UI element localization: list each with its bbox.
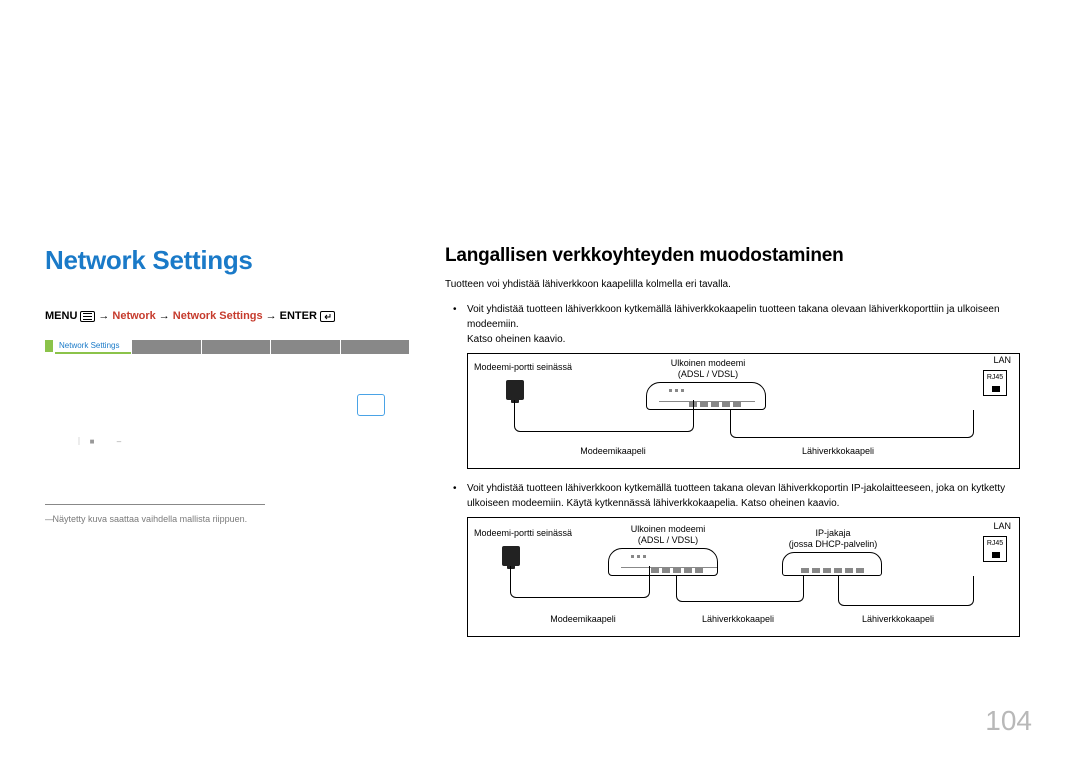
d2-rj45-icon: RJ45	[983, 536, 1007, 562]
d2-wall-label: Modeemi-portti seinässä	[474, 528, 572, 539]
bullet-1-sub: Katso oheinen kaavio.	[467, 332, 1020, 347]
bullet-1-text: Voit yhdistää tuotteen lähiverkkoon kytk…	[467, 304, 1000, 330]
d2-router-label-1: IP-jakaja	[778, 528, 888, 539]
enter-icon	[320, 311, 335, 322]
bullet-item-2: Voit yhdistää tuotteen lähiverkkoon kytk…	[467, 481, 1020, 637]
bullet-item-1: Voit yhdistää tuotteen lähiverkkoon kytk…	[467, 302, 1020, 469]
document-page: Network Settings MENU → Network → Networ…	[0, 0, 1080, 763]
d1-rj45-icon: RJ45	[983, 370, 1007, 396]
arrow-icon: →	[159, 310, 170, 322]
d1-cable-modem-label: Modeemikaapeli	[558, 446, 668, 457]
d1-cable-2	[730, 410, 974, 438]
d2-cable-1	[510, 566, 650, 598]
arrow-icon: →	[98, 310, 109, 322]
left-column: Network Settings MENU → Network → Networ…	[45, 245, 410, 527]
page-title: Network Settings	[45, 245, 410, 276]
arrow-icon: →	[266, 310, 277, 322]
breadcrumb-enter: ENTER	[280, 310, 317, 322]
menu-icon	[80, 311, 95, 322]
d1-wall-port-icon	[506, 380, 524, 400]
diagram-1: Modeemi-portti seinässä Ulkoinen modeemi…	[467, 353, 1020, 469]
diagram-2: Modeemi-portti seinässä Ulkoinen modeemi…	[467, 517, 1020, 637]
d1-cable-1	[514, 400, 694, 432]
d2-cable-lan1-label: Lähiverkkokaapeli	[678, 614, 798, 625]
intro-paragraph: Tuotteen voi yhdistää lähiverkkoon kaape…	[445, 277, 1020, 292]
right-column: Langallisen verkkoyhteyden muodostaminen…	[445, 245, 1020, 649]
d2-wall-port-icon	[502, 546, 520, 566]
d2-router-icon	[782, 552, 882, 576]
bullet-2-text: Voit yhdistää tuotteen lähiverkkoon kytk…	[467, 483, 1005, 509]
d2-cable-modem-label: Modeemikaapeli	[528, 614, 638, 625]
bullet-list: Voit yhdistää tuotteen lähiverkkoon kytk…	[445, 302, 1020, 637]
d2-cable-2	[676, 576, 804, 602]
d1-lan-label: LAN	[993, 355, 1011, 366]
screenshot-active-tab: Network Settings	[55, 340, 131, 354]
screenshot-decoration: ｜ ■ –	[75, 436, 121, 447]
breadcrumb-network-settings: Network Settings	[173, 310, 263, 322]
d1-modem-label-1: Ulkoinen modeemi	[658, 358, 758, 369]
wireless-option-box	[357, 394, 385, 416]
d2-modem-label-1: Ulkoinen modeemi	[618, 524, 718, 535]
section-subtitle: Langallisen verkkoyhteyden muodostaminen	[445, 245, 1020, 267]
breadcrumb-network: Network	[112, 310, 155, 322]
breadcrumb: MENU → Network → Network Settings → ENTE…	[45, 310, 410, 322]
page-number: 104	[985, 705, 1032, 737]
d2-modem-label-2: (ADSL / VDSL)	[618, 535, 718, 546]
d1-modem-label-2: (ADSL / VDSL)	[658, 369, 758, 380]
d2-cable-3	[838, 576, 974, 606]
ui-screenshot-box: Network Settings ｜ ■ –	[45, 340, 410, 474]
d1-cable-lan-label: Lähiverkkokaapeli	[768, 446, 908, 457]
d2-router-label-2: (jossa DHCP-palvelin)	[768, 539, 898, 550]
d2-lan-label: LAN	[993, 521, 1011, 532]
d1-wall-label: Modeemi-portti seinässä	[474, 362, 572, 373]
divider-line	[45, 504, 265, 505]
d2-cable-lan2-label: Lähiverkkokaapeli	[838, 614, 958, 625]
footnote-text: Näytetty kuva saattaa vaihdella mallista…	[45, 513, 410, 527]
breadcrumb-menu: MENU	[45, 310, 77, 322]
